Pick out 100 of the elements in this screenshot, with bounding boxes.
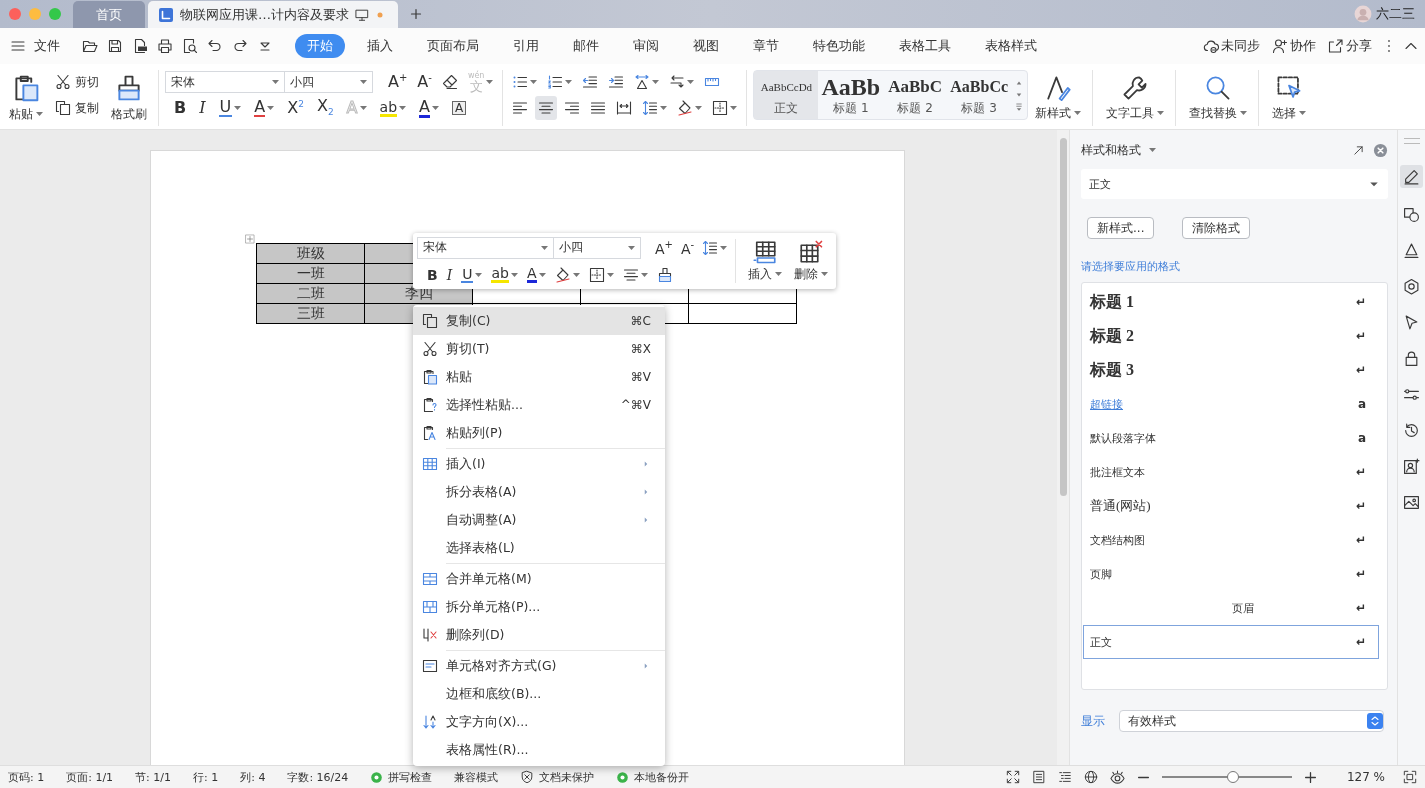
menu-item[interactable]: 复制(C) ⌘C bbox=[413, 307, 665, 335]
ribbon-tab[interactable]: 引用 bbox=[501, 34, 551, 58]
find-replace-button[interactable]: 查找替换 bbox=[1184, 70, 1253, 126]
pen-icon[interactable] bbox=[1403, 168, 1420, 185]
zoom-level[interactable]: 127 % bbox=[1346, 770, 1385, 784]
menu-item[interactable]: 边框和底纹(B)... bbox=[413, 680, 665, 708]
undo-icon[interactable] bbox=[207, 38, 223, 54]
portrait-icon[interactable] bbox=[1403, 458, 1420, 475]
fullscreen-icon[interactable] bbox=[1005, 770, 1020, 784]
ribbon-tab[interactable]: 表格样式 bbox=[973, 34, 1049, 58]
style-item[interactable]: 标题 1 ↵ bbox=[1083, 285, 1379, 319]
style-item[interactable]: 正文 ↵ bbox=[1083, 625, 1379, 659]
style-item[interactable]: 超链接 a bbox=[1083, 387, 1379, 421]
menu-item[interactable]: 剪切(T) ⌘X bbox=[413, 335, 665, 363]
ribbon-tab[interactable]: 插入 bbox=[355, 34, 405, 58]
close-icon[interactable] bbox=[1373, 142, 1388, 158]
underline-button[interactable]: U bbox=[215, 96, 245, 120]
style-item[interactable]: 标题 3 ↵ bbox=[1083, 353, 1379, 387]
status-text[interactable]: 文档未保护 bbox=[539, 769, 595, 785]
sliders-icon[interactable] bbox=[1403, 386, 1420, 403]
font-color-button[interactable]: A bbox=[524, 262, 548, 287]
style-dropdown[interactable]: 正文 bbox=[1081, 169, 1388, 199]
cut-button[interactable]: 剪切 bbox=[52, 70, 102, 94]
insert-button[interactable]: 插入 bbox=[742, 237, 789, 285]
menu-item[interactable]: 选择性粘贴... ^⌘V bbox=[413, 391, 665, 419]
ribbon-tab[interactable]: 特色功能 bbox=[801, 34, 877, 58]
web-view-icon[interactable] bbox=[1083, 770, 1098, 784]
menu-item[interactable]: 拆分单元格(P)... bbox=[413, 593, 665, 621]
print-preview-icon[interactable] bbox=[182, 38, 198, 54]
menu-item[interactable]: 删除列(D) bbox=[413, 621, 665, 649]
character-border-button[interactable]: A bbox=[449, 96, 470, 120]
grow-font-button[interactable]: A$^{+}$ bbox=[385, 70, 411, 94]
menu-item[interactable]: 插入(I) bbox=[413, 450, 665, 478]
style-item[interactable]: 页眉 ↵ bbox=[1083, 591, 1379, 625]
style-preset[interactable]: AaBb 标题 1 bbox=[818, 71, 884, 119]
superscript-button[interactable]: X$^{2}$ bbox=[284, 96, 307, 120]
folder-icon[interactable] bbox=[82, 38, 98, 54]
ribbon-tab[interactable]: 视图 bbox=[681, 34, 731, 58]
outline-view-icon[interactable] bbox=[1057, 770, 1072, 784]
align-center-button[interactable] bbox=[535, 96, 558, 120]
font-color-button[interactable]: A bbox=[416, 96, 442, 120]
eye-icon[interactable] bbox=[1109, 769, 1125, 785]
panel-button[interactable]: 清除格式 bbox=[1182, 217, 1251, 239]
lock-icon[interactable] bbox=[1403, 350, 1420, 367]
panel-title[interactable]: 样式和格式 bbox=[1081, 141, 1141, 159]
menu-item[interactable]: 选择表格(L) bbox=[413, 534, 665, 562]
italic-button[interactable]: I bbox=[196, 96, 209, 120]
table-move-handle-icon[interactable] bbox=[245, 234, 255, 244]
ribbon-tab[interactable]: 表格工具 bbox=[887, 34, 963, 58]
share-button[interactable]: 分享 bbox=[1325, 34, 1375, 58]
menu-icon[interactable] bbox=[10, 38, 26, 54]
status-text[interactable]: 本地备份开 bbox=[634, 769, 690, 785]
paste-button[interactable]: 粘贴 bbox=[4, 70, 48, 126]
ribbon-tab[interactable]: 审阅 bbox=[621, 34, 671, 58]
text-tools-button[interactable]: 文字工具 bbox=[1101, 70, 1170, 126]
style-preset[interactable]: AaBbCcDd 正文 bbox=[754, 71, 819, 119]
printer-icon[interactable] bbox=[157, 38, 173, 54]
style-item[interactable]: 页脚 ↵ bbox=[1083, 557, 1379, 591]
style-item[interactable]: 文档结构图 ↵ bbox=[1083, 523, 1379, 557]
style-item[interactable]: 普通(网站) ↵ bbox=[1083, 489, 1379, 523]
ribbon-tab[interactable]: 邮件 bbox=[561, 34, 611, 58]
pop-out-icon[interactable] bbox=[1352, 143, 1365, 157]
status-text[interactable]: 拼写检查 bbox=[388, 769, 433, 785]
format-painter-button[interactable]: 格式刷 bbox=[106, 70, 152, 126]
shapes-icon[interactable] bbox=[1403, 206, 1420, 223]
ribbon-tab[interactable]: 章节 bbox=[741, 34, 791, 58]
redo-icon[interactable] bbox=[232, 38, 248, 54]
shrink-font-button[interactable]: A$^{-}$ bbox=[678, 235, 697, 260]
show-select[interactable]: 有效样式 bbox=[1119, 710, 1384, 732]
style-preset[interactable]: AaBbCc 标题 3 bbox=[947, 71, 1012, 119]
style-item[interactable]: 标题 2 ↵ bbox=[1083, 319, 1379, 353]
menu-item[interactable]: 拆分表格(A) bbox=[413, 478, 665, 506]
history-icon[interactable] bbox=[1403, 422, 1420, 439]
menu-item[interactable]: 表格属性(R)... bbox=[413, 736, 665, 764]
highlight-button[interactable]: ab bbox=[376, 96, 410, 120]
panel-button[interactable]: 新样式... bbox=[1087, 217, 1155, 239]
menu-item[interactable]: 文字方向(X)... bbox=[413, 708, 665, 736]
font-size-field[interactable]: 小四 bbox=[284, 71, 373, 93]
style-item[interactable]: 默认段落字体 a bbox=[1083, 421, 1379, 455]
sync-button[interactable]: 未同步 bbox=[1200, 34, 1263, 58]
copy-button[interactable]: 复制 bbox=[52, 96, 102, 120]
pdf-icon[interactable] bbox=[132, 38, 148, 54]
zoom-in-icon[interactable] bbox=[1303, 770, 1317, 784]
text-effect-icon[interactable] bbox=[1403, 242, 1420, 259]
delete-button[interactable]: 删除 bbox=[788, 237, 835, 285]
collaborate-button[interactable]: 协作 bbox=[1269, 34, 1319, 58]
font-size-field[interactable]: 小四 bbox=[553, 236, 641, 259]
hexagon-icon[interactable] bbox=[1403, 278, 1420, 295]
menu-item[interactable]: 单元格对齐方式(G) bbox=[413, 652, 665, 680]
save-icon[interactable] bbox=[107, 38, 123, 54]
slider-thumb[interactable] bbox=[1227, 771, 1240, 783]
menu-item[interactable]: 合并单元格(M) bbox=[413, 565, 665, 593]
menu-item[interactable]: 粘贴列(P) bbox=[413, 419, 665, 447]
shrink-font-button[interactable]: A$^{-}$ bbox=[414, 70, 435, 94]
ribbon-tab[interactable]: 页面布局 bbox=[415, 34, 491, 58]
scrollbar-thumb[interactable] bbox=[1059, 138, 1067, 496]
fit-window-icon[interactable] bbox=[1403, 770, 1417, 784]
menu-item[interactable]: 自动调整(A) bbox=[413, 506, 665, 534]
cursor-icon[interactable] bbox=[1403, 314, 1420, 331]
subscript-button[interactable]: X$_{2}$ bbox=[313, 96, 337, 120]
